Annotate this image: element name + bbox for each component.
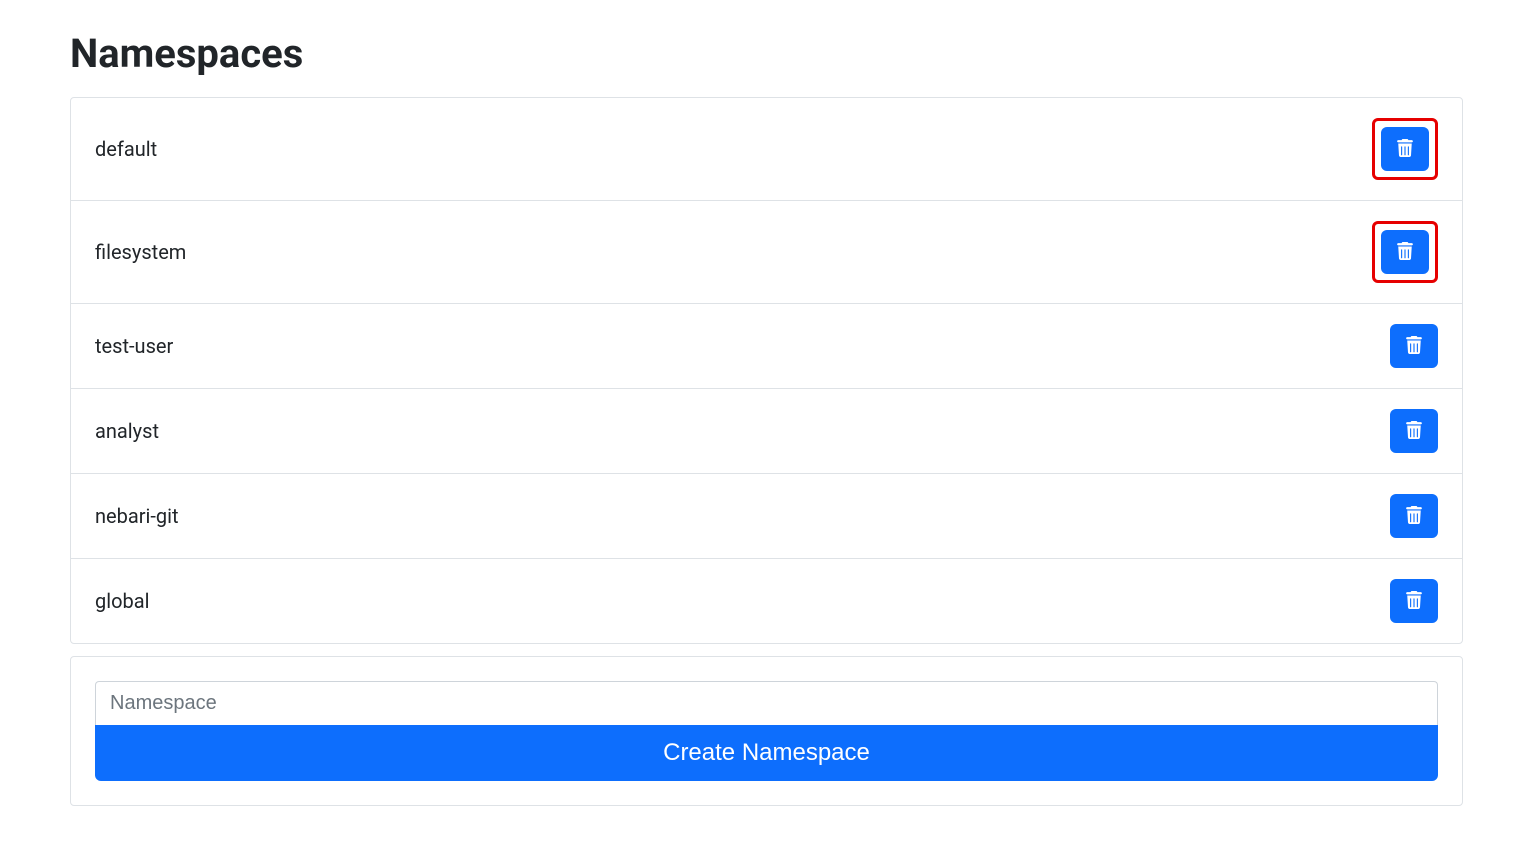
namespace-name-label: filesystem — [95, 240, 186, 264]
namespace-name-label: default — [95, 137, 157, 161]
highlighted-action-wrapper — [1372, 221, 1438, 283]
delete-namespace-button[interactable] — [1390, 579, 1438, 623]
namespace-name-label: nebari-git — [95, 504, 179, 528]
namespace-list: default filesystem test-user — [70, 97, 1463, 644]
namespace-name-label: global — [95, 589, 149, 613]
delete-namespace-button[interactable] — [1390, 494, 1438, 538]
highlighted-action-wrapper — [1372, 118, 1438, 180]
page-title: Namespaces — [70, 30, 1463, 77]
list-item: test-user — [71, 304, 1462, 389]
list-item: analyst — [71, 389, 1462, 474]
create-namespace-button[interactable]: Create Namespace — [95, 725, 1438, 781]
delete-namespace-button[interactable] — [1381, 230, 1429, 274]
list-item: nebari-git — [71, 474, 1462, 559]
trash-icon — [1406, 336, 1422, 357]
delete-namespace-button[interactable] — [1381, 127, 1429, 171]
trash-icon — [1397, 139, 1413, 160]
trash-icon — [1397, 242, 1413, 263]
create-namespace-panel: Create Namespace — [70, 656, 1463, 806]
list-item: global — [71, 559, 1462, 643]
trash-icon — [1406, 506, 1422, 527]
namespace-input[interactable] — [95, 681, 1438, 725]
delete-namespace-button[interactable] — [1390, 324, 1438, 368]
trash-icon — [1406, 591, 1422, 612]
namespace-name-label: analyst — [95, 419, 159, 443]
delete-namespace-button[interactable] — [1390, 409, 1438, 453]
trash-icon — [1406, 421, 1422, 442]
list-item: filesystem — [71, 201, 1462, 304]
namespace-name-label: test-user — [95, 334, 173, 358]
list-item: default — [71, 98, 1462, 201]
